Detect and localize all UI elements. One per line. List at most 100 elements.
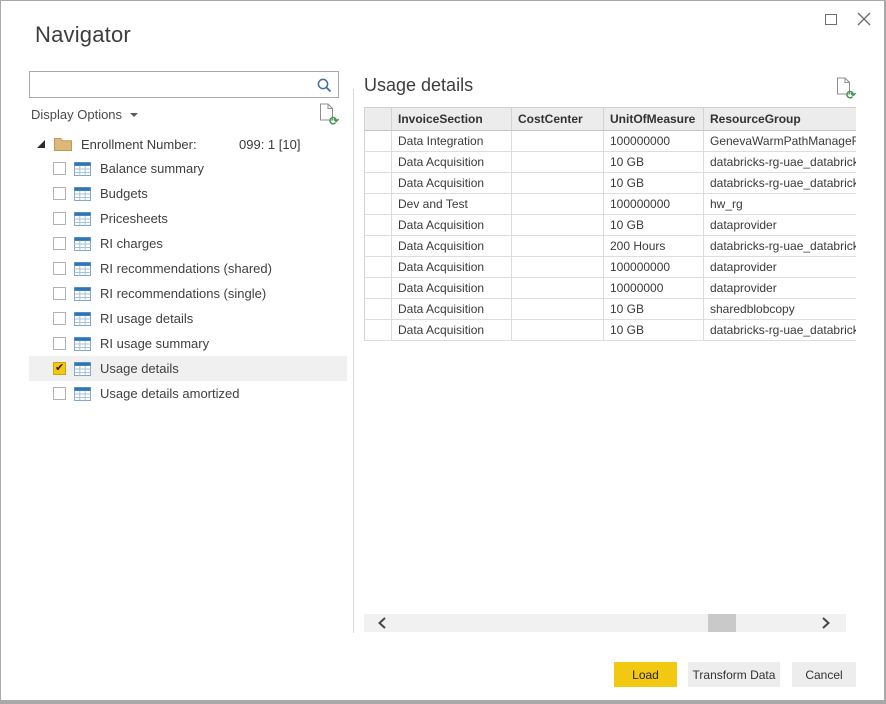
- close-icon: [857, 12, 871, 26]
- column-header-unitofmeasure: UnitOfMeasure: [604, 108, 704, 131]
- dataset-item-label: Pricesheets: [100, 211, 168, 226]
- checkbox[interactable]: [53, 212, 66, 225]
- scroll-left-button[interactable]: [376, 617, 388, 629]
- table-cell: 100000000: [604, 194, 704, 215]
- table-cell: 10000000: [604, 278, 704, 299]
- table-row: Data Acquisition 10 GB dataprovider: [365, 215, 857, 236]
- table-cell: [365, 257, 392, 278]
- checkbox[interactable]: [53, 337, 66, 350]
- checkbox[interactable]: [53, 262, 66, 275]
- dataset-item-ri-charges[interactable]: RI charges: [29, 231, 347, 256]
- table-header-row: InvoiceSection CostCenter UnitOfMeasure …: [365, 108, 857, 131]
- dataset-item-balance-summary[interactable]: Balance summary: [29, 156, 347, 181]
- scrollbar-thumb[interactable]: [708, 614, 736, 632]
- table-icon: [74, 287, 91, 301]
- table-cell: [512, 131, 604, 152]
- table-cell: 10 GB: [604, 173, 704, 194]
- table-cell: dataprovider: [704, 257, 857, 278]
- table-cell: [365, 278, 392, 299]
- navigator-dialog: Navigator Display Options ⟳: [0, 0, 886, 704]
- horizontal-scrollbar[interactable]: [364, 614, 846, 632]
- table-cell: [365, 152, 392, 173]
- checkbox[interactable]: [53, 312, 66, 325]
- table-cell: 100000000: [604, 257, 704, 278]
- maximize-button[interactable]: [818, 9, 844, 29]
- table-cell: [512, 215, 604, 236]
- dataset-item-ri-recommendations-single[interactable]: RI recommendations (single): [29, 281, 347, 306]
- tree-root-enrollment[interactable]: Enrollment Number: 099: 1 [10]: [29, 132, 347, 156]
- dataset-item-label: Budgets: [100, 186, 148, 201]
- table-cell: [512, 299, 604, 320]
- pane-divider: [353, 89, 354, 633]
- dataset-item-label: Usage details amortized: [100, 386, 239, 401]
- transform-data-button[interactable]: Transform Data: [688, 662, 780, 687]
- expand-collapse-icon[interactable]: [37, 140, 45, 148]
- table-cell: dataprovider: [704, 278, 857, 299]
- dataset-item-ri-recommendations-shared[interactable]: RI recommendations (shared): [29, 256, 347, 281]
- table-cell: 10 GB: [604, 320, 704, 341]
- table-cell: [512, 194, 604, 215]
- table-cell: [365, 320, 392, 341]
- load-button[interactable]: Load: [614, 662, 677, 687]
- table-cell: Dev and Test: [392, 194, 512, 215]
- tree-root-value: 099: 1 [10]: [239, 137, 300, 152]
- table-cell: 10 GB: [604, 152, 704, 173]
- dataset-item-ri-usage-summary[interactable]: RI usage summary: [29, 331, 347, 356]
- dataset-item-ri-usage-details[interactable]: RI usage details: [29, 306, 347, 331]
- table-icon: [74, 237, 91, 251]
- checkbox[interactable]: [53, 187, 66, 200]
- preview-refresh-button[interactable]: ⟳: [836, 77, 853, 97]
- column-header-resourcegroup: ResourceGroup: [704, 108, 857, 131]
- chevron-right-icon: [822, 617, 830, 629]
- cancel-button[interactable]: Cancel: [792, 662, 856, 687]
- column-header-invoicesection: InvoiceSection: [392, 108, 512, 131]
- dataset-item-label: RI charges: [100, 236, 163, 251]
- table-cell: [365, 236, 392, 257]
- dataset-item-budgets[interactable]: Budgets: [29, 181, 347, 206]
- table-cell: databricks-rg-uae_databricks-: [704, 320, 857, 341]
- table-cell: [512, 152, 604, 173]
- column-header-costcenter: CostCenter: [512, 108, 604, 131]
- table-cell: Data Acquisition: [392, 173, 512, 194]
- table-icon: [74, 187, 91, 201]
- preview-table: InvoiceSection CostCenter UnitOfMeasure …: [364, 107, 856, 341]
- dataset-item-label: RI usage details: [100, 311, 193, 326]
- table-cell: Data Acquisition: [392, 236, 512, 257]
- dataset-item-label: RI usage summary: [100, 336, 209, 351]
- refresh-arrows-icon: ⟳: [329, 115, 339, 127]
- checkbox[interactable]: [53, 237, 66, 250]
- display-options-dropdown[interactable]: Display Options: [31, 105, 138, 123]
- close-button[interactable]: [851, 9, 877, 29]
- table-icon: [74, 362, 91, 376]
- maximize-icon: [825, 14, 837, 25]
- checkbox[interactable]: [53, 287, 66, 300]
- checkbox[interactable]: [53, 387, 66, 400]
- checkbox-checked[interactable]: [53, 362, 66, 375]
- dataset-item-label: Balance summary: [100, 161, 204, 176]
- search-icon[interactable]: [316, 77, 333, 94]
- dataset-list: Balance summary Budgets Pricesheets RI c…: [29, 156, 347, 406]
- scroll-right-button[interactable]: [820, 617, 832, 629]
- table-cell: Data Acquisition: [392, 215, 512, 236]
- table-cell: 100000000: [604, 131, 704, 152]
- table-cell: [365, 194, 392, 215]
- search-box: [29, 71, 339, 98]
- table-icon: [74, 262, 91, 276]
- search-input[interactable]: [36, 73, 312, 96]
- dialog-title: Navigator: [35, 22, 131, 48]
- refresh-button[interactable]: ⟳: [319, 103, 336, 123]
- dataset-item-usage-details[interactable]: Usage details: [29, 356, 347, 381]
- dataset-item-pricesheets[interactable]: Pricesheets: [29, 206, 347, 231]
- table-icon: [74, 337, 91, 351]
- table-row: Data Acquisition 200 Hours databricks-rg…: [365, 236, 857, 257]
- dataset-item-label: RI recommendations (shared): [100, 261, 272, 276]
- table-cell: [365, 173, 392, 194]
- checkbox[interactable]: [53, 162, 66, 175]
- table-row: Data Acquisition 100000000 dataprovider: [365, 257, 857, 278]
- table-cell: databricks-rg-uae_databricks-: [704, 173, 857, 194]
- dataset-item-usage-details-amortized[interactable]: Usage details amortized: [29, 381, 347, 406]
- table-row: Data Integration 100000000 GenevaWarmPat…: [365, 131, 857, 152]
- table-cell: Data Acquisition: [392, 299, 512, 320]
- table-cell: Data Integration: [392, 131, 512, 152]
- table-cell: [365, 131, 392, 152]
